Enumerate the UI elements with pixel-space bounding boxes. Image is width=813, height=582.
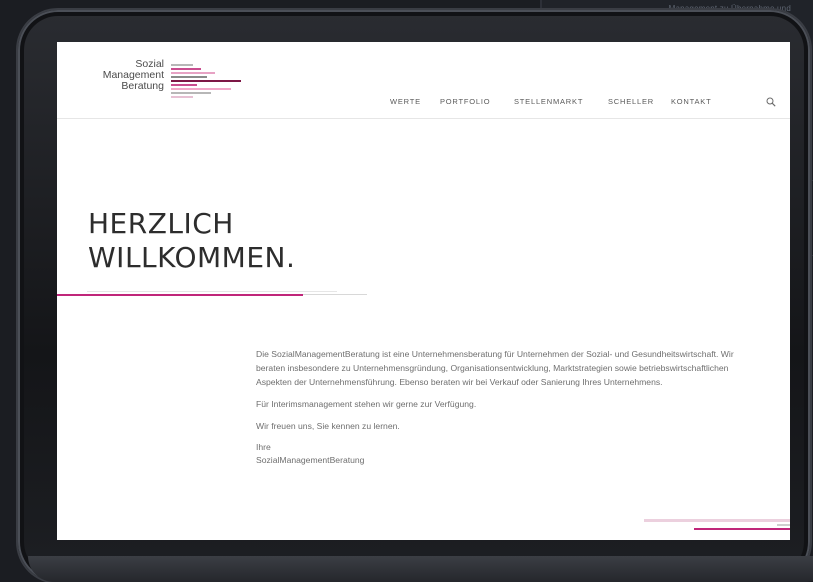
logo-bar (171, 88, 231, 90)
intro-content: Die SozialManagementBeratung ist eine Un… (256, 347, 756, 467)
hero-heading: HERZLICH WILLKOMMEN. (88, 207, 295, 275)
nav-item-stellenmarkt[interactable]: STELLENMARKT (514, 97, 583, 106)
intro-paragraph: Die SozialManagementBeratung ist eine Un… (256, 349, 734, 387)
nav-item-kontakt[interactable]: KONTAKT (671, 97, 711, 106)
footer-accent-line-light (644, 519, 790, 522)
hero-accent-line-gray (303, 294, 367, 295)
footer-accent-line (694, 528, 790, 530)
site-header: Sozial Management Beratung WERTE PORTFOL… (57, 42, 790, 119)
logo-bar (171, 68, 201, 70)
logo-bar (171, 84, 197, 86)
logo-bar (171, 72, 215, 74)
main-navigation: WERTE PORTFOLIO STELLENMARKT SCHELLER KO… (57, 97, 790, 111)
hero-heading-line-1: HERZLICH (88, 206, 234, 240)
nav-item-scheller[interactable]: SCHELLER (608, 97, 654, 106)
footer-accent-line-gray (777, 524, 790, 526)
logo-bar (171, 64, 193, 66)
logo-bar (171, 92, 211, 94)
hero-heading-line-2: WILLKOMMEN. (88, 240, 296, 274)
interim-paragraph: Für Interimsmanagement stehen wir gerne … (256, 399, 477, 409)
logo-line-3: Beratung (121, 80, 164, 92)
signature-line-2: SozialManagementBeratung (256, 455, 365, 465)
search-icon[interactable] (766, 97, 776, 107)
greeting-paragraph: Wir freuen uns, Sie kennen zu lernen. (256, 421, 400, 431)
hero-accent-line (57, 294, 303, 296)
logo-wordmark: Sozial Management Beratung (79, 59, 164, 92)
signature-line-1: Ihre (256, 442, 271, 452)
logo-bar (171, 76, 207, 78)
tablet-screen: Sozial Management Beratung WERTE PORTFOL… (57, 42, 790, 540)
logo-bar (171, 80, 241, 82)
nav-item-portfolio[interactable]: PORTFOLIO (440, 97, 490, 106)
hero-accent-line-thin (87, 291, 337, 292)
nav-item-werte[interactable]: WERTE (390, 97, 421, 106)
